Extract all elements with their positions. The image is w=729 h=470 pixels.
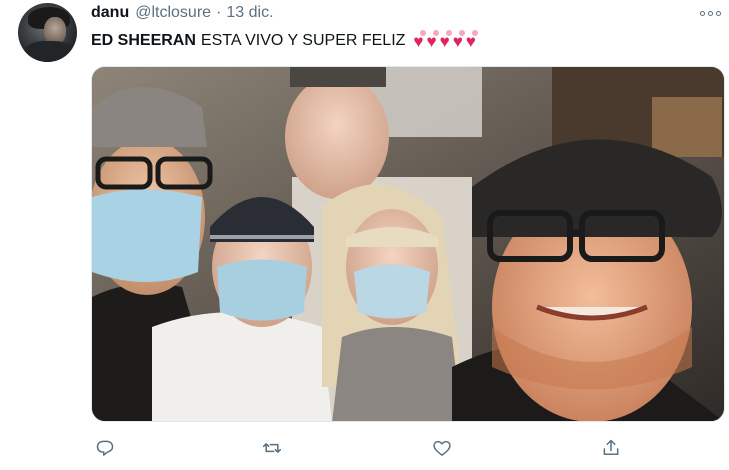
tweet-photo[interactable] [91,66,725,422]
heart-emoji-icon: ♥ [452,29,465,51]
share-icon[interactable] [597,434,625,462]
heart-emoji-icon: ♥ [439,29,452,51]
avatar-body [24,41,74,62]
avatar[interactable] [18,3,77,62]
tweet-date[interactable]: 13 dic. [226,4,273,22]
heart-icon[interactable] [428,434,456,462]
display-name[interactable]: danu [91,4,129,22]
reply-icon[interactable] [91,434,119,462]
heart-emoji-icon: ♥ [426,29,439,51]
heart-emoji-icon: ♥ [465,29,479,51]
heart-emojis: ♥ ♥ ♥ ♥ ♥ [413,29,479,51]
more-options-icon[interactable] [697,6,723,20]
tweet-header: danu @ltclosure · 13 dic. [91,4,274,24]
tweet-text-bold: ED SHEERAN [91,32,196,49]
group-selfie-photo [92,67,724,421]
tweet-text: ED SHEERAN ESTA VIVO Y SUPER FELIZ ♥ ♥ ♥… [91,29,479,52]
retweet-icon[interactable] [258,434,286,462]
tweet-actions [91,430,631,466]
tweet-text-rest: ESTA VIVO Y SUPER FELIZ [200,32,406,49]
user-handle[interactable]: @ltclosure [135,4,211,22]
separator-dot: · [216,4,222,21]
tweet[interactable]: danu @ltclosure · 13 dic. ED SHEERAN EST… [0,0,729,470]
heart-emoji-icon: ♥ [413,29,426,51]
